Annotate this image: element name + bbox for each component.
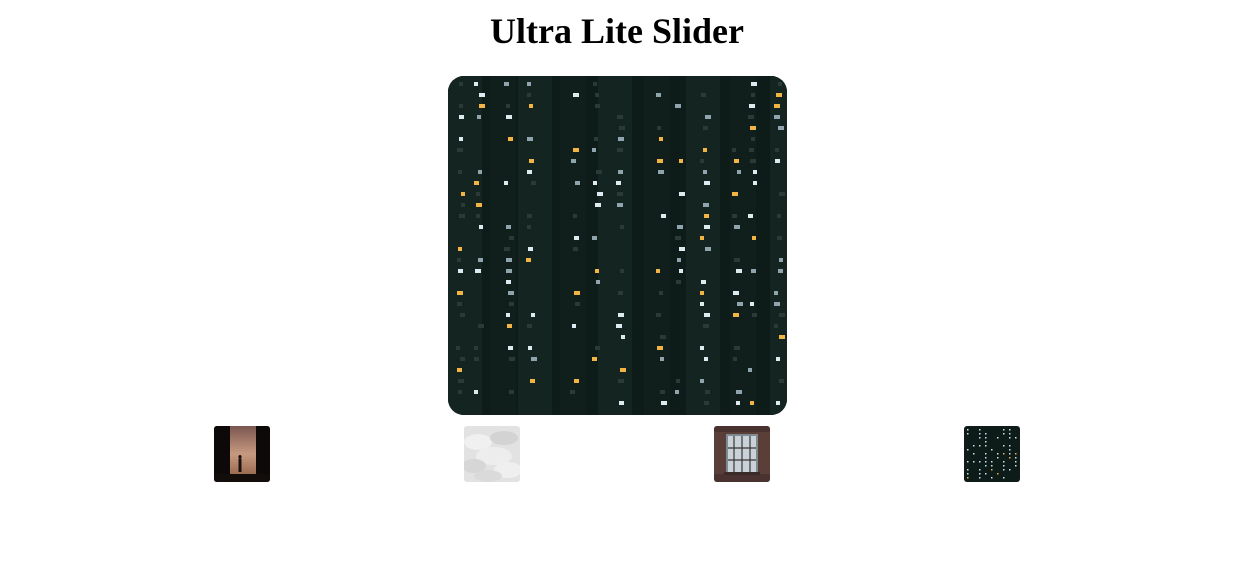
silhouette-doorway-thumbnail-image <box>214 426 270 482</box>
night-apartment-building-image <box>448 76 787 415</box>
slider-page: Ultra Lite Slider <box>0 0 1234 573</box>
thumbnail-strip <box>0 426 1234 483</box>
barred-window-thumbnail-image <box>714 426 770 482</box>
main-slide-image <box>448 76 787 415</box>
thumbnail-1[interactable] <box>214 426 270 482</box>
thumbnail-2[interactable] <box>464 426 520 482</box>
white-fabric-thumbnail-image <box>464 426 520 482</box>
page-title: Ultra Lite Slider <box>490 11 744 51</box>
night-building-thumbnail-image <box>964 426 1020 482</box>
thumbnail-3[interactable] <box>714 426 770 482</box>
thumbnail-4[interactable] <box>964 426 1020 482</box>
